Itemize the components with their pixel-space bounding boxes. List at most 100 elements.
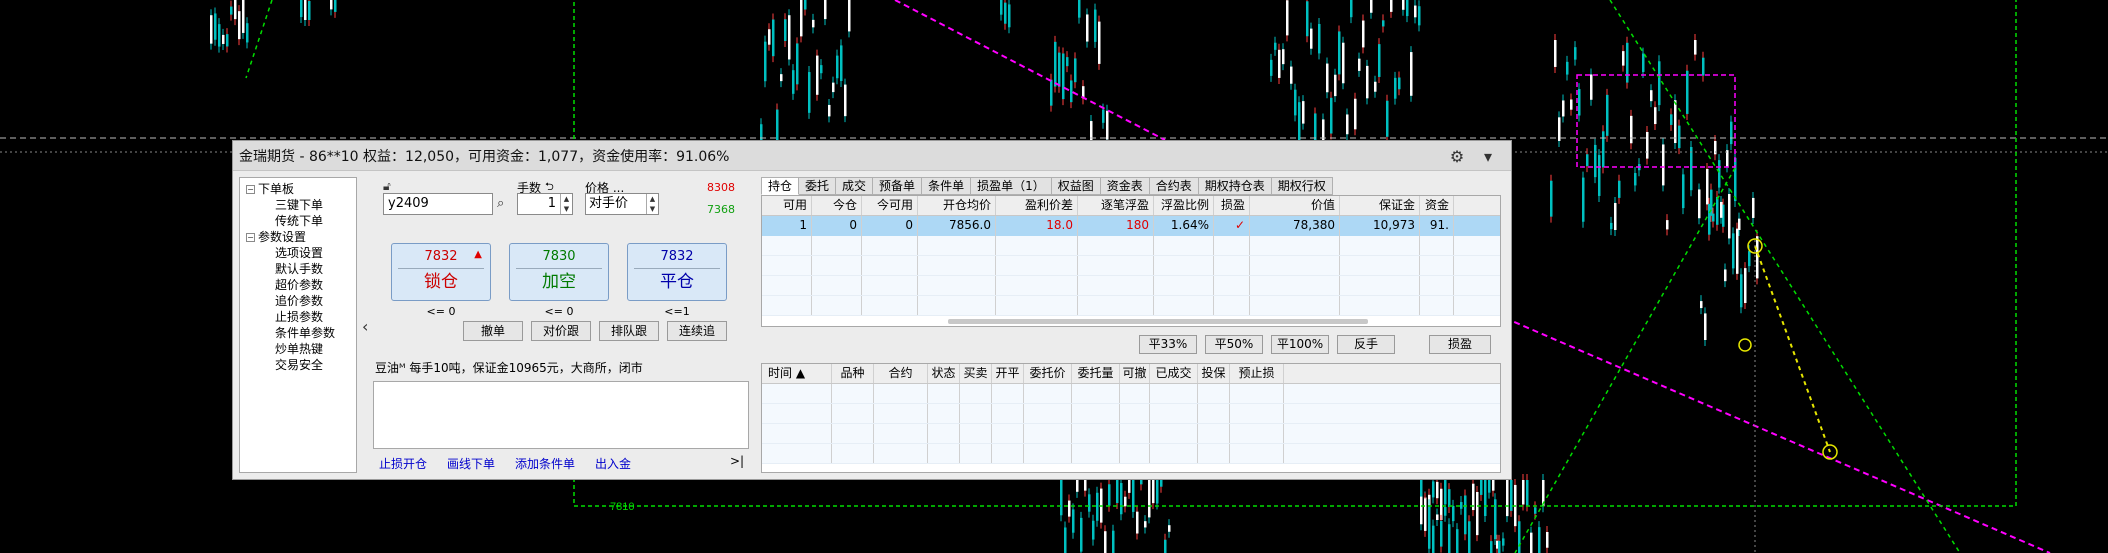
orders-column-header[interactable]: 开平 [992,364,1024,383]
empty-row [762,424,1500,444]
cancel-order-button[interactable]: 撤单 [463,321,523,341]
close-available: <=1 [664,305,690,318]
table-cell: 1.64% [1154,216,1214,236]
lock-icon[interactable]: 🔓︎ [383,179,391,194]
lock-available: <= 0 [426,305,456,318]
empty-row [762,444,1500,464]
tab-2[interactable]: 成交 [836,177,874,195]
orders-column-header[interactable]: 买卖 [960,364,992,383]
close-33-button[interactable]: 平33% [1139,335,1197,354]
gear-icon[interactable]: ⚙ [1447,146,1467,166]
tab-0[interactable]: 持仓 [761,177,800,195]
positions-column-header[interactable]: 保证金 [1340,196,1420,215]
positions-column-header[interactable]: 可用 [762,196,812,215]
chevron-down-icon[interactable]: ▾ [1478,146,1498,166]
tree-item[interactable]: 交易安全 [242,357,354,373]
positions-column-header[interactable]: 今仓 [812,196,862,215]
price-arrows[interactable]: ▲ ▼ [646,194,658,214]
orders-column-header[interactable]: 投保 [1198,364,1230,383]
qty-arrows[interactable]: ▲ ▼ [560,194,572,214]
orders-column-header[interactable]: 合约 [874,364,928,383]
price-type-stepper[interactable]: 对手价 ▲ ▼ [585,193,659,215]
positions-column-header[interactable]: 今可用 [862,196,918,215]
message-box [373,381,749,449]
tab-9[interactable]: 期权持仓表 [1198,177,1272,195]
tree-collapse-icon[interactable]: − [246,184,255,194]
positions-column-header[interactable]: 价值 [1250,196,1340,215]
tab-7[interactable]: 资金表 [1100,177,1150,195]
tree-item[interactable]: 默认手数 [242,261,354,277]
orders-column-header[interactable]: 时间 ▲ [762,364,832,383]
follow-queue-button[interactable]: 排队跟 [599,321,659,341]
horizontal-scrollbar[interactable] [948,319,1368,324]
table-row[interactable]: 1 0 0 7856.0 18.0 180 1.64% ✓ 78,380 10,973 91. [762,216,1500,236]
continuous-chase-button[interactable]: 连续追 [667,321,727,341]
green-trendline-2 [1609,0,1961,553]
lock-position-button[interactable]: 7832 ▲ 锁仓 [391,243,491,301]
orders-table: 时间 ▲ 品种 合约 状态 买卖 开平 委托价 委托量 可撤 已成交 投保 预止损 [761,363,1501,473]
contract-info: 豆油ᴹ 每手10吨，保证金10965元，大商所，闭市 [375,361,643,375]
reverse-button[interactable]: 反手 [1337,335,1395,354]
qty-stepper[interactable]: 1 ▲ ▼ [517,193,573,215]
empty-row [762,276,1500,296]
orders-column-header[interactable]: 品种 [832,364,874,383]
orders-column-header[interactable]: 可撤 [1120,364,1150,383]
tree-group[interactable]: − 参数设置 [242,229,354,245]
tree-item[interactable]: 超价参数 [242,277,354,293]
price-up-icon: ▲ [474,249,482,260]
table-cell: 180 [1078,216,1154,236]
table-cell: 91. [1420,216,1454,236]
tree-item[interactable]: 炒单热键 [242,341,354,357]
tree-item[interactable]: 三键下单 [242,197,354,213]
positions-column-header[interactable]: 开仓均价 [918,196,996,215]
close-100-button[interactable]: 平100% [1271,335,1329,354]
orders-column-header[interactable]: 委托量 [1072,364,1120,383]
orders-column-header[interactable]: 状态 [928,364,960,383]
orders-column-header[interactable]: 委托价 [1024,364,1072,383]
table-cell: 0 [812,216,862,236]
add-short-button[interactable]: 7830 加空 [509,243,609,301]
positions-header: 可用 今仓 今可用 开仓均价 盈利价差 逐笔浮盈 浮盈比例 损盈 价值 保证金 资金 [762,196,1500,216]
deposit-withdraw-link[interactable]: 出入金 [595,455,631,472]
lock-label: 锁仓 [424,272,458,292]
tab-8[interactable]: 合约表 [1149,177,1199,195]
yellow-marker-3 [1738,338,1752,352]
tab-3[interactable]: 预备单 [873,177,923,195]
positions-column-header[interactable]: 逐笔浮盈 [1078,196,1154,215]
bid-price: 7368 [707,203,735,216]
draw-line-order-link[interactable]: 画线下单 [447,455,495,472]
orders-column-header[interactable]: 预止损 [1230,364,1284,383]
tab-5[interactable]: 损盈单（1） [971,177,1052,195]
tab-6[interactable]: 权益图 [1051,177,1101,195]
expand-icon[interactable]: >| [730,454,744,468]
collapse-panel-icon[interactable]: ‹ [362,317,368,336]
orders-column-header[interactable]: 已成交 [1150,364,1198,383]
close-50-button[interactable]: 平50% [1205,335,1263,354]
tab-10[interactable]: 期权行权 [1271,177,1333,195]
order-links: 止损开仓 画线下单 添加条件单 出入金 [379,455,631,472]
tab-1[interactable]: 委托 [799,177,837,195]
window-titlebar[interactable]: 金瑞期货 - 86**10 权益：12,050，可用资金：1,077，资金使用率… [233,141,1511,171]
positions-column-header[interactable]: 资金 [1420,196,1454,215]
tree-item[interactable]: 条件单参数 [242,325,354,341]
tree-group[interactable]: − 下单板 [242,181,354,197]
tree-item[interactable]: 追价参数 [242,293,354,309]
add-conditional-order-link[interactable]: 添加条件单 [515,455,575,472]
positions-column-header[interactable]: 浮盈比例 [1154,196,1214,215]
stop-loss-open-link[interactable]: 止损开仓 [379,455,427,472]
close-position-button[interactable]: 7832 平仓 [627,243,727,301]
search-icon[interactable]: ⌕ [497,196,504,211]
tree-item[interactable]: 选项设置 [242,245,354,261]
positions-column-header[interactable]: 损盈 [1214,196,1250,215]
tree-group-label: 参数设置 [258,230,307,244]
tree-collapse-icon[interactable]: − [246,232,255,242]
positions-column-header[interactable]: 盈利价差 [996,196,1078,215]
tab-4[interactable]: 条件单 [922,177,972,195]
stop-profit-button[interactable]: 损盈 [1429,335,1491,354]
follow-counter-button[interactable]: 对价跟 [531,321,591,341]
tree-item[interactable]: 止损参数 [242,309,354,325]
orders-header: 时间 ▲ 品种 合约 状态 买卖 开平 委托价 委托量 可撤 已成交 投保 预止损 [762,364,1500,384]
contract-code-input[interactable]: y2409 [383,193,493,215]
tree-item[interactable]: 传统下单 [242,213,354,229]
magenta-trendline-lower [1504,317,2051,553]
